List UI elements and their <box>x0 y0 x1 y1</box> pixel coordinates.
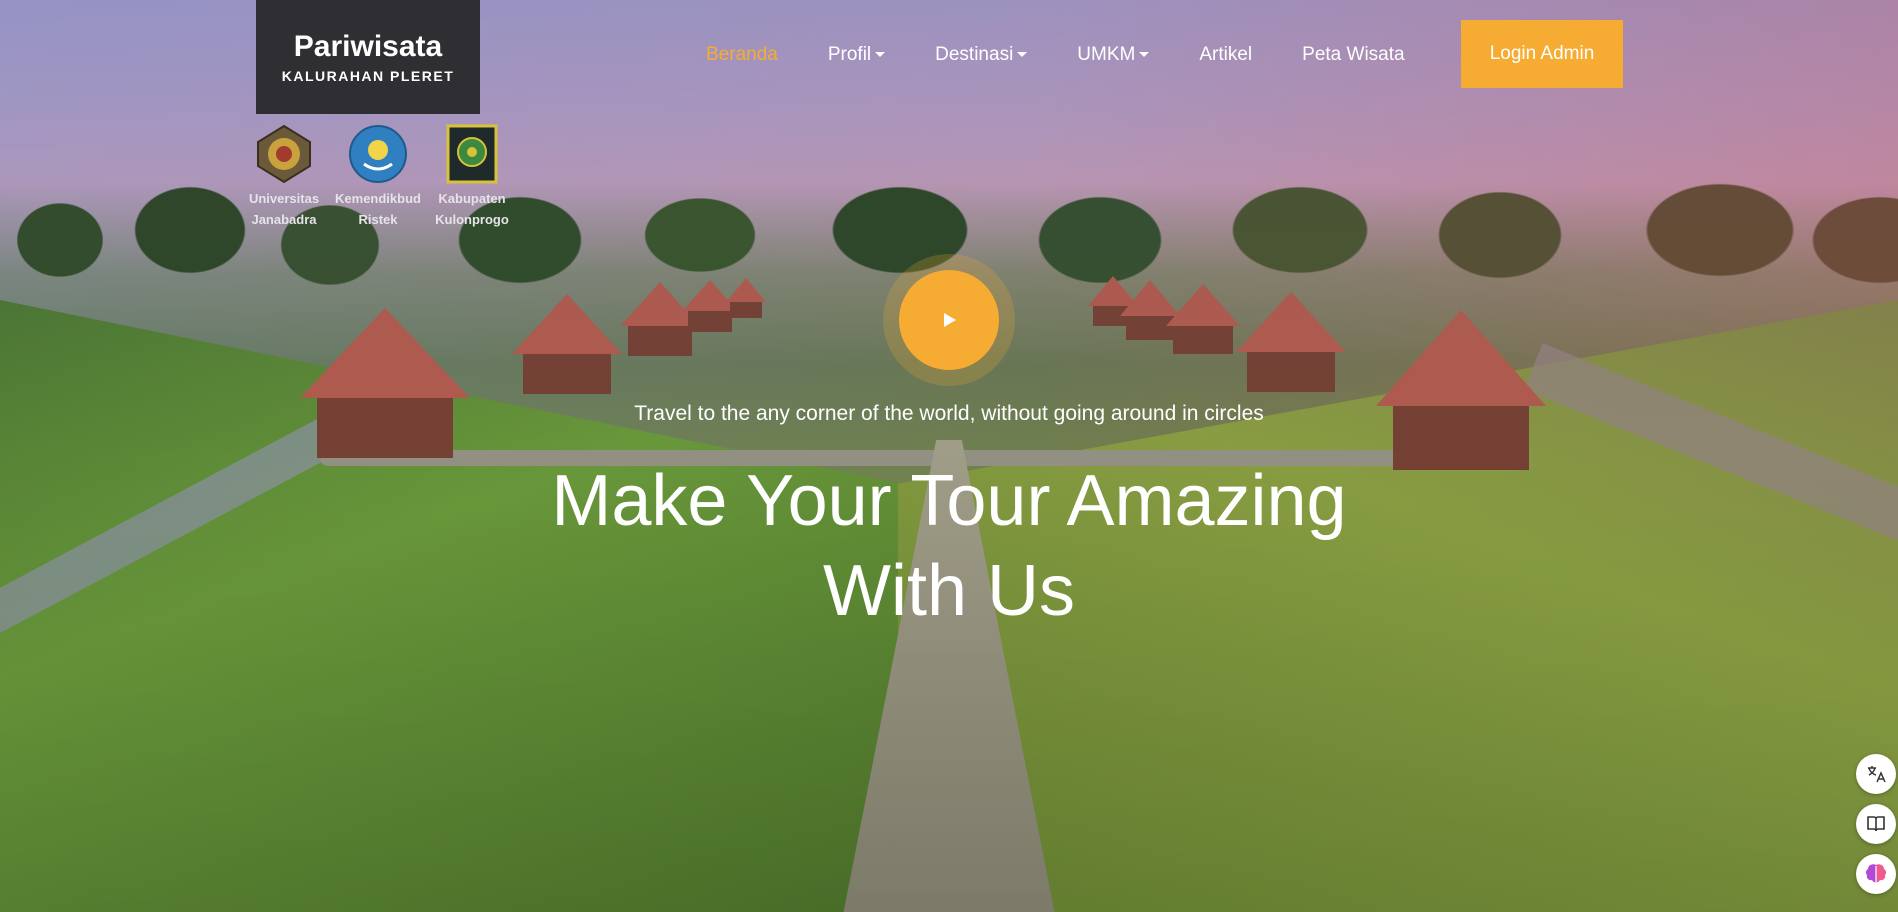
nav-destinations-dropdown[interactable]: Destinasi <box>935 44 1028 66</box>
nav-destinations-label: Destinasi <box>935 44 1014 65</box>
play-icon <box>944 313 956 327</box>
regency-crest-icon <box>442 124 502 184</box>
book-icon <box>1867 816 1885 832</box>
nav-articles[interactable]: Artikel <box>1199 44 1252 66</box>
partner-name-line1: Kabupaten <box>438 191 506 206</box>
ministry-emblem-icon <box>348 124 408 184</box>
chevron-down-icon <box>875 52 886 58</box>
nav-umkm-dropdown[interactable]: UMKM <box>1077 44 1150 66</box>
partner-name-line2: Ristek <box>358 212 398 227</box>
main-nav: Beranda Profil Destinasi UMKM Artikel Pe… <box>706 44 1455 66</box>
ai-assistant-button[interactable] <box>1856 854 1896 894</box>
play-video-button[interactable] <box>899 270 999 370</box>
partner-name-line2: Janabadra <box>251 212 317 227</box>
login-admin-button[interactable]: Login Admin <box>1461 20 1623 88</box>
partner-name-line2: Kulonprogo <box>435 212 509 227</box>
nav-profile-label: Profil <box>827 44 872 65</box>
partner-ministry: Kemendikbud Ristek <box>328 124 428 230</box>
reader-widget-button[interactable] <box>1856 804 1896 844</box>
brand-title: Pariwisata <box>293 30 443 63</box>
hero-tagline: Travel to the any corner of the world, w… <box>634 402 1264 425</box>
headline-line2: With Us <box>823 551 1075 631</box>
partner-university: Universitas Janabadra <box>234 124 334 230</box>
translate-icon <box>1868 766 1886 783</box>
site-logo[interactable]: Pariwisata KALURAHAN PLERET <box>256 0 480 114</box>
partner-name-line1: Kemendikbud <box>335 191 421 206</box>
university-seal-icon <box>254 124 314 184</box>
headline-line1: Make Your Tour Amazing <box>551 461 1347 541</box>
chevron-down-icon <box>1017 52 1028 58</box>
partner-regency: Kabupaten Kulonprogo <box>422 124 522 230</box>
nav-profile-dropdown[interactable]: Profil <box>827 44 886 66</box>
partner-name-line1: Universitas <box>248 191 320 206</box>
chevron-down-icon <box>1139 52 1150 58</box>
brain-icon <box>1865 864 1887 883</box>
nav-home[interactable]: Beranda <box>706 44 778 66</box>
translate-widget-button[interactable] <box>1856 754 1896 794</box>
partner-logos: Universitas Janabadra Kemendikbud Ristek… <box>234 124 516 230</box>
brand-subtitle: KALURAHAN PLERET <box>281 68 455 84</box>
nav-umkm-label: UMKM <box>1077 44 1136 65</box>
nav-tour-map[interactable]: Peta Wisata <box>1302 44 1404 66</box>
hero-headline: Make Your Tour Amazing With Us <box>0 456 1898 636</box>
